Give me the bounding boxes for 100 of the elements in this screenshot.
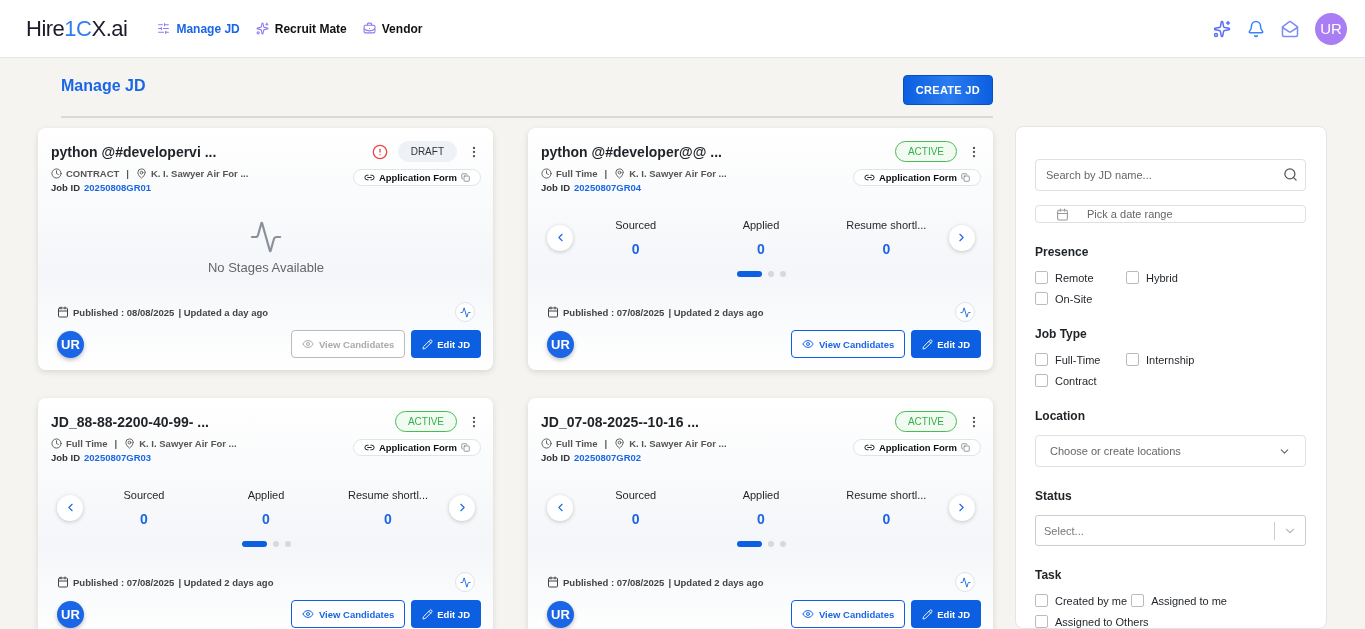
location-pin-icon	[124, 438, 136, 449]
application-form-link[interactable]: Application Form	[852, 439, 981, 456]
nav-link[interactable]: Recruit Mate	[255, 21, 347, 36]
job-title: python @#developer@@ ...	[541, 143, 722, 160]
eye-icon	[801, 338, 814, 350]
status-select[interactable]: Select...	[1035, 515, 1306, 546]
stage-label: Sourced	[615, 488, 657, 501]
nav-link[interactable]: Vendor	[362, 21, 423, 36]
previous-button[interactable]	[547, 224, 573, 251]
application-form-link[interactable]: Application Form	[352, 439, 481, 456]
profile-avatar[interactable]: UR	[1315, 12, 1347, 45]
copy-icon[interactable]	[961, 173, 970, 182]
checkbox-label: Hybrid	[1146, 271, 1178, 284]
stage-count: 0	[882, 510, 891, 527]
checkbox[interactable]	[1126, 271, 1139, 284]
job-location: K. I. Sawyer Air For ...	[629, 168, 727, 179]
checkbox[interactable]	[1035, 374, 1048, 387]
checkbox[interactable]	[1131, 594, 1145, 607]
job-id-link[interactable]: 20250808GR01	[84, 182, 152, 193]
copy-icon[interactable]	[961, 443, 970, 452]
carousel-dot[interactable]	[779, 270, 786, 277]
carousel-dot[interactable]	[284, 540, 291, 547]
job-type: Full Time	[556, 168, 598, 179]
mail-icon[interactable]	[1281, 19, 1299, 38]
search-icon[interactable]	[1283, 167, 1298, 182]
activity-button[interactable]	[955, 302, 975, 322]
checkbox[interactable]	[1035, 594, 1048, 607]
pulse-icon	[249, 220, 283, 254]
edit-button[interactable]: Edit JD	[911, 600, 981, 628]
copy-icon[interactable]	[461, 173, 470, 182]
link-icon	[363, 442, 375, 453]
activity-button[interactable]	[455, 572, 475, 592]
application-form-link[interactable]: Application Form	[852, 169, 981, 186]
user-avatar: UR	[547, 330, 574, 358]
stage-label: Sourced	[615, 218, 657, 231]
view-candidates-button[interactable]: View Candidates	[290, 600, 406, 628]
stage-label: Resume shortl...	[347, 488, 429, 501]
eye-icon	[301, 608, 314, 620]
edit-button[interactable]: Edit JD	[411, 330, 481, 358]
checkbox[interactable]	[1035, 353, 1048, 366]
sparkle-icon[interactable]	[1213, 19, 1231, 38]
location-pin-icon	[614, 438, 626, 449]
notification-icon[interactable]	[1247, 19, 1265, 38]
briefcase-icon	[362, 22, 376, 35]
previous-button[interactable]	[57, 494, 83, 521]
checkbox-label: Remote	[1055, 271, 1094, 284]
calendar-icon	[547, 306, 559, 318]
job-id-link[interactable]: 20250807GR03	[84, 452, 152, 463]
edit-button[interactable]: Edit JD	[411, 600, 481, 628]
status-badge: DRAFT	[397, 141, 457, 162]
activity-button[interactable]	[955, 572, 975, 592]
pencil-icon	[922, 608, 934, 620]
previous-button[interactable]	[547, 494, 573, 521]
date-range-field[interactable]: Pick a date range	[1035, 205, 1306, 223]
checkbox[interactable]	[1035, 615, 1048, 628]
stage-count: 0	[757, 510, 765, 527]
location-dropdown[interactable]: Choose or create locations	[1035, 435, 1306, 467]
create-jd-button[interactable]: CREATE JD	[902, 75, 993, 105]
checkbox[interactable]	[1035, 292, 1048, 305]
status-badge: ACTIVE	[894, 141, 957, 162]
user-avatar: UR	[57, 600, 84, 628]
carousel-dot[interactable]	[779, 540, 786, 547]
updated-time: | Updated 2 days ago	[668, 576, 764, 588]
next-button[interactable]	[449, 494, 475, 521]
updated-time: | Updated a day ago	[178, 306, 269, 318]
clock-icon	[541, 438, 552, 449]
sliders-icon	[157, 22, 171, 35]
checkbox-label: Full-Time	[1055, 353, 1101, 366]
edit-button[interactable]: Edit JD	[911, 330, 981, 358]
carousel-dot[interactable]	[767, 270, 774, 277]
view-candidates-button[interactable]: View Candidates	[790, 330, 906, 358]
checkbox[interactable]	[1126, 353, 1139, 366]
job-location: K. I. Sawyer Air For ...	[151, 168, 249, 179]
copy-icon[interactable]	[461, 443, 470, 452]
application-form-link[interactable]: Application Form	[352, 169, 481, 186]
view-candidates-button[interactable]: View Candidates	[790, 600, 906, 628]
carousel-dot[interactable]	[272, 540, 279, 547]
checkbox[interactable]	[1035, 271, 1048, 284]
carousel-dot[interactable]	[767, 540, 774, 547]
checkbox-label: On-Site	[1055, 292, 1093, 305]
eye-icon	[301, 338, 314, 350]
checkbox-label: Assigned to Others	[1055, 615, 1149, 628]
job-id-label: Job ID	[51, 182, 81, 193]
job-id-link[interactable]: 20250807GR02	[574, 452, 642, 463]
pencil-icon	[422, 608, 434, 620]
stage-label: Resume shortl...	[846, 218, 927, 231]
link-icon	[863, 442, 875, 453]
search-field[interactable]: Search by JD name...	[1035, 159, 1306, 191]
published-date: Published : 07/08/2025	[73, 576, 175, 588]
filter-heading: Location	[1035, 409, 1086, 423]
job-type: CONTRACT	[66, 168, 120, 179]
next-button[interactable]	[949, 224, 975, 251]
filter-heading: Status	[1035, 489, 1073, 503]
activity-button[interactable]	[455, 302, 475, 322]
nav-link[interactable]: Manage JD	[157, 21, 240, 36]
clock-icon	[51, 168, 62, 179]
stage-count: 0	[631, 510, 640, 527]
next-button[interactable]	[949, 494, 975, 521]
filter-heading: Presence	[1035, 245, 1090, 259]
job-id-link[interactable]: 20250807GR04	[574, 182, 642, 193]
